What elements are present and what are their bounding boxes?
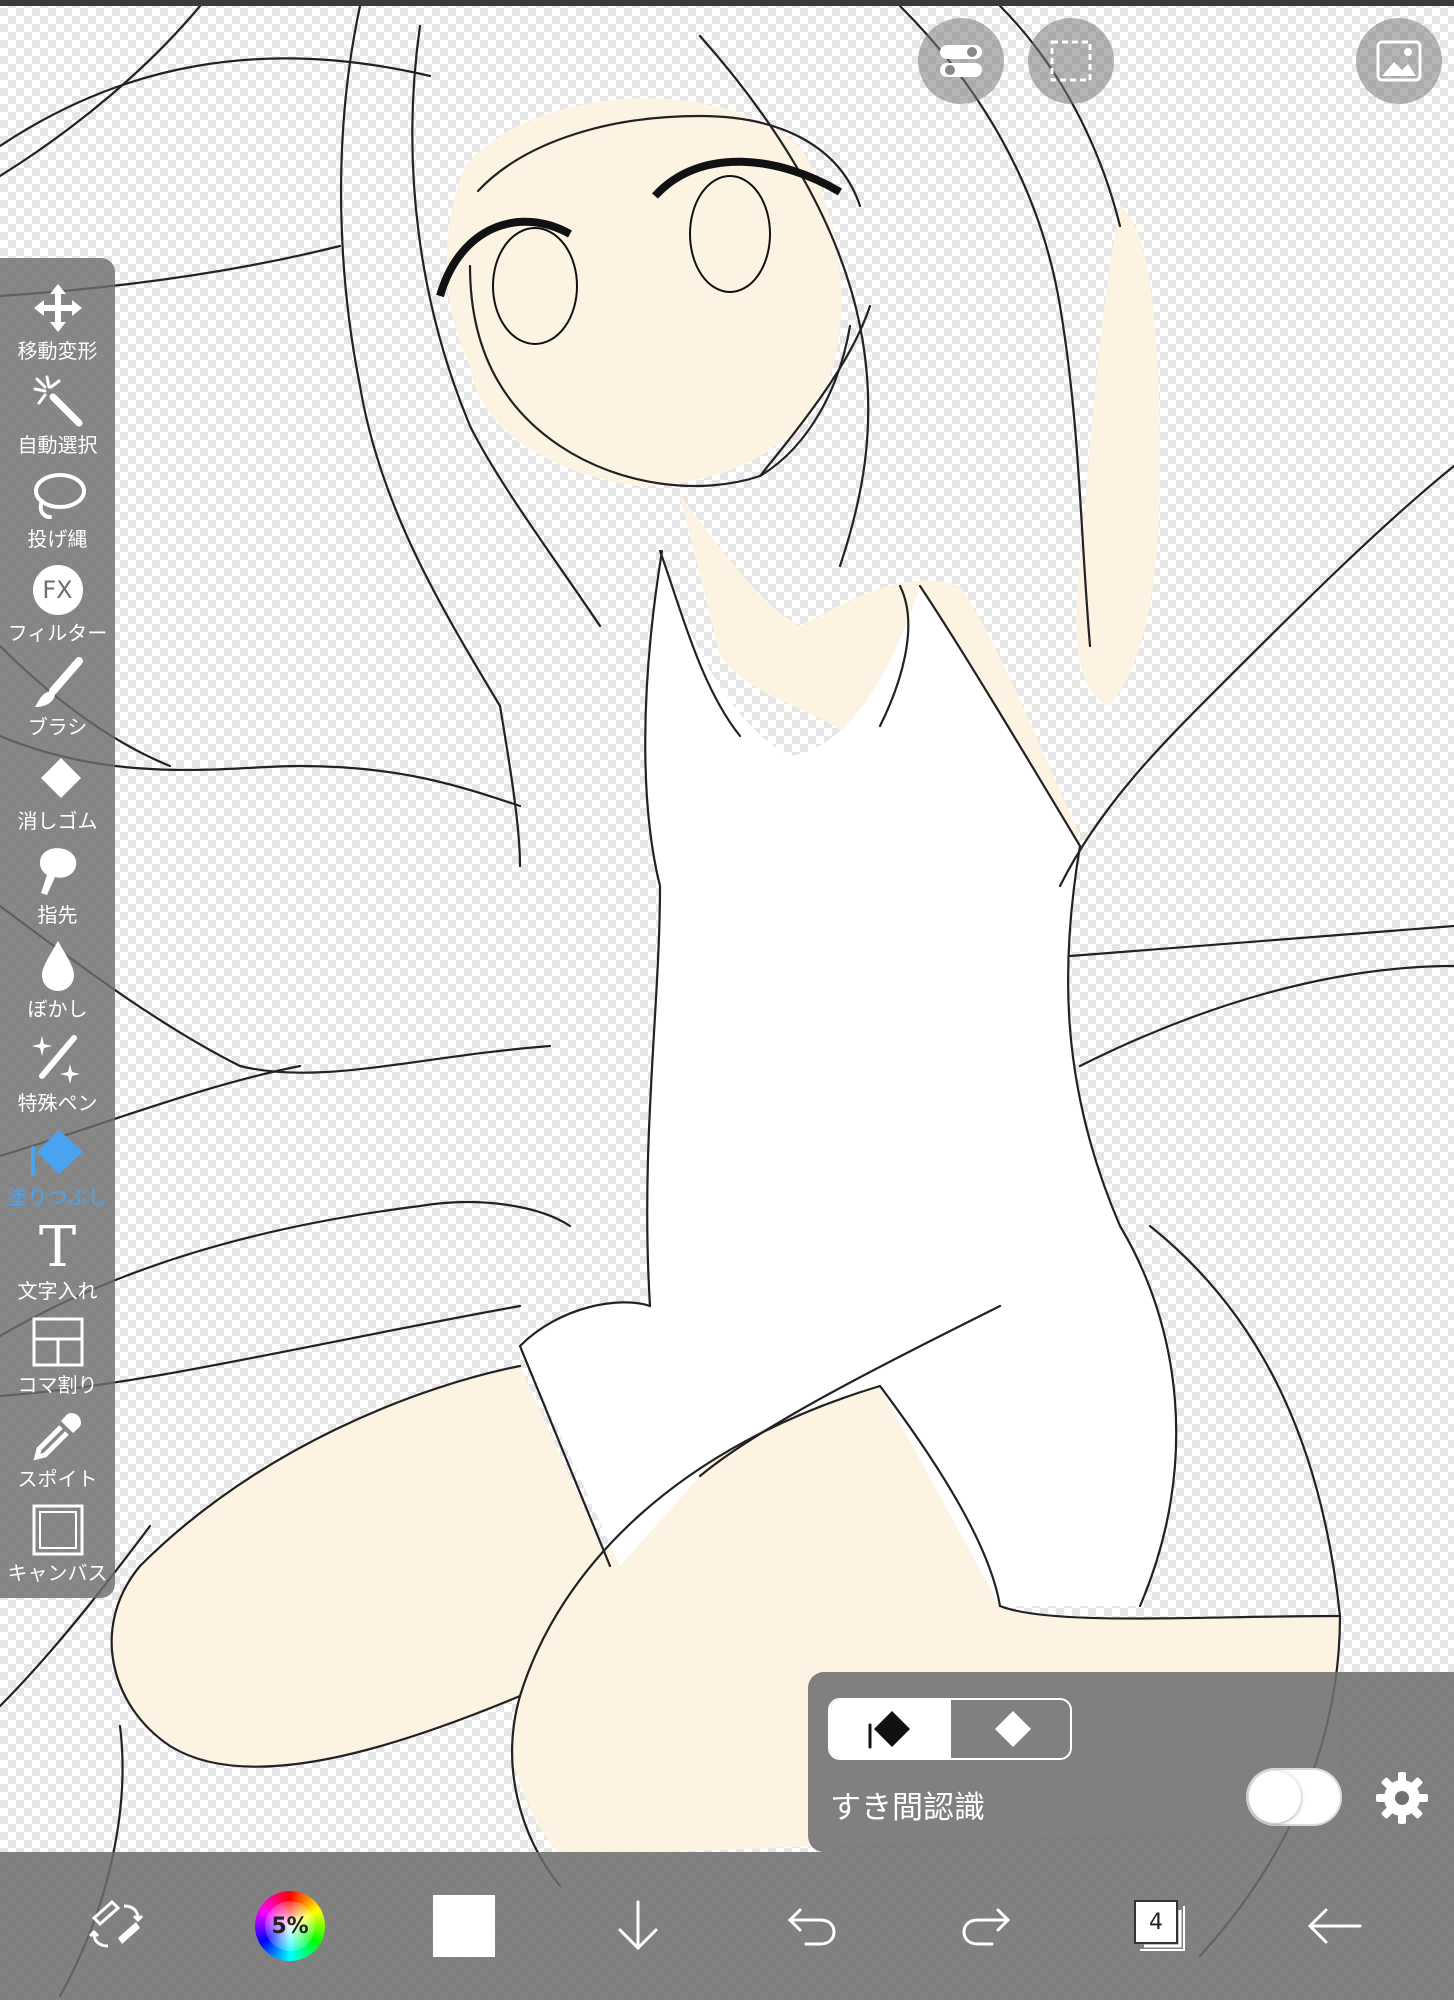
tool-label: 文字入れ bbox=[17, 1279, 98, 1303]
layer-count: 4 bbox=[1134, 1900, 1178, 1944]
fill-mode-toggle bbox=[828, 1698, 1072, 1760]
gap-detection-toggle[interactable] bbox=[1246, 1768, 1342, 1826]
tool-fill[interactable]: 塗りつぶし bbox=[0, 1126, 115, 1218]
tool-label: 消しゴム bbox=[17, 809, 98, 833]
magic-wand-icon bbox=[33, 375, 82, 427]
fx-icon: FX bbox=[32, 565, 83, 615]
tool-move[interactable]: 移動変形 bbox=[0, 280, 115, 372]
tool-special-pen[interactable]: 特殊ペン bbox=[0, 1032, 115, 1124]
layers-icon: 4 bbox=[1134, 1900, 1186, 1952]
tool-label: 投げ縄 bbox=[27, 527, 88, 551]
redo-icon bbox=[962, 1908, 1011, 1946]
move-arrows-icon bbox=[33, 284, 82, 332]
tool-label: ブラシ bbox=[27, 715, 88, 739]
bucket-icon bbox=[868, 1711, 910, 1749]
tool-sidebar: 移動変形 自動選択 投げ縄 FX フィルター ブラシ 消しゴム 指先 ぼかし 特… bbox=[0, 258, 115, 1598]
tool-label: キャンバス bbox=[7, 1561, 108, 1585]
tool-filter[interactable]: FX フィルター bbox=[0, 562, 115, 654]
tool-label: ぼかし bbox=[27, 997, 88, 1021]
transform-swap-icon bbox=[88, 1899, 144, 1948]
brush-icon bbox=[34, 657, 83, 707]
canvas-icon bbox=[32, 1504, 83, 1556]
eyedropper-icon bbox=[33, 1413, 81, 1461]
tool-label: 指先 bbox=[37, 903, 78, 927]
image-icon bbox=[1376, 40, 1422, 82]
lasso-icon bbox=[33, 473, 86, 519]
download-button[interactable] bbox=[578, 1852, 698, 2000]
gallery-button[interactable] bbox=[1356, 18, 1442, 104]
erase-fill-mode-button[interactable] bbox=[949, 1700, 1070, 1758]
tool-blur[interactable]: ぼかし bbox=[0, 938, 115, 1030]
tool-lasso[interactable]: 投げ縄 bbox=[0, 468, 115, 560]
tool-frame[interactable]: コマ割り bbox=[0, 1314, 115, 1406]
gear-icon[interactable] bbox=[1374, 1770, 1430, 1826]
fill-mode-button[interactable] bbox=[830, 1700, 949, 1758]
selection-button[interactable] bbox=[1028, 18, 1114, 104]
undo-icon bbox=[787, 1908, 836, 1946]
color-wheel-icon: 5% bbox=[255, 1891, 325, 1961]
arrow-left-icon bbox=[1307, 1908, 1362, 1944]
redo-button[interactable] bbox=[926, 1852, 1046, 2000]
color-picker-button[interactable]: 5% bbox=[230, 1852, 350, 2000]
quick-transform-button[interactable] bbox=[56, 1852, 176, 2000]
tool-label: コマ割り bbox=[17, 1373, 98, 1397]
fill-settings-panel: すき間認識 bbox=[808, 1672, 1454, 1852]
tool-label: 自動選択 bbox=[17, 433, 98, 457]
eraser-icon bbox=[994, 1711, 1031, 1747]
arrow-down-icon bbox=[618, 1900, 658, 1951]
tool-label: 移動変形 bbox=[17, 339, 98, 363]
sparkle-pen-icon bbox=[31, 1035, 80, 1084]
current-color-button[interactable] bbox=[404, 1852, 524, 2000]
fx-icon-text: FX bbox=[42, 576, 73, 604]
current-color-swatch bbox=[433, 1895, 495, 1957]
text-icon: T bbox=[38, 1215, 77, 1280]
gap-detection-label: すき間認識 bbox=[830, 1790, 985, 1826]
toggle-view-button[interactable] bbox=[918, 18, 1004, 104]
tool-text[interactable]: T 文字入れ bbox=[0, 1220, 115, 1312]
tool-brush[interactable]: ブラシ bbox=[0, 656, 115, 748]
tool-label: フィルター bbox=[7, 621, 108, 645]
switch-icon bbox=[940, 45, 982, 77]
undo-button[interactable] bbox=[752, 1852, 872, 2000]
drop-icon bbox=[41, 941, 74, 991]
tool-magic-wand[interactable]: 自動選択 bbox=[0, 374, 115, 466]
bucket-icon bbox=[30, 1130, 83, 1176]
layers-button[interactable]: 4 bbox=[1100, 1852, 1220, 2000]
bottom-toolbar: 5% 4 bbox=[0, 1852, 1454, 2000]
tool-label: スポイト bbox=[17, 1467, 98, 1491]
back-button[interactable] bbox=[1274, 1852, 1394, 2000]
selection-icon bbox=[1050, 40, 1092, 82]
tool-eyedropper[interactable]: スポイト bbox=[0, 1408, 115, 1500]
tool-smudge[interactable]: 指先 bbox=[0, 844, 115, 936]
smudge-icon bbox=[39, 848, 76, 895]
tool-canvas[interactable]: キャンバス bbox=[0, 1502, 115, 1594]
brush-opacity-label: 5% bbox=[271, 1913, 309, 1939]
frame-divider-icon bbox=[32, 1317, 83, 1367]
eraser-icon bbox=[40, 758, 81, 798]
toggle-knob bbox=[1249, 1771, 1301, 1823]
tool-label: 特殊ペン bbox=[17, 1091, 98, 1115]
tool-label: 塗りつぶし bbox=[7, 1185, 108, 1209]
tool-eraser[interactable]: 消しゴム bbox=[0, 750, 115, 842]
